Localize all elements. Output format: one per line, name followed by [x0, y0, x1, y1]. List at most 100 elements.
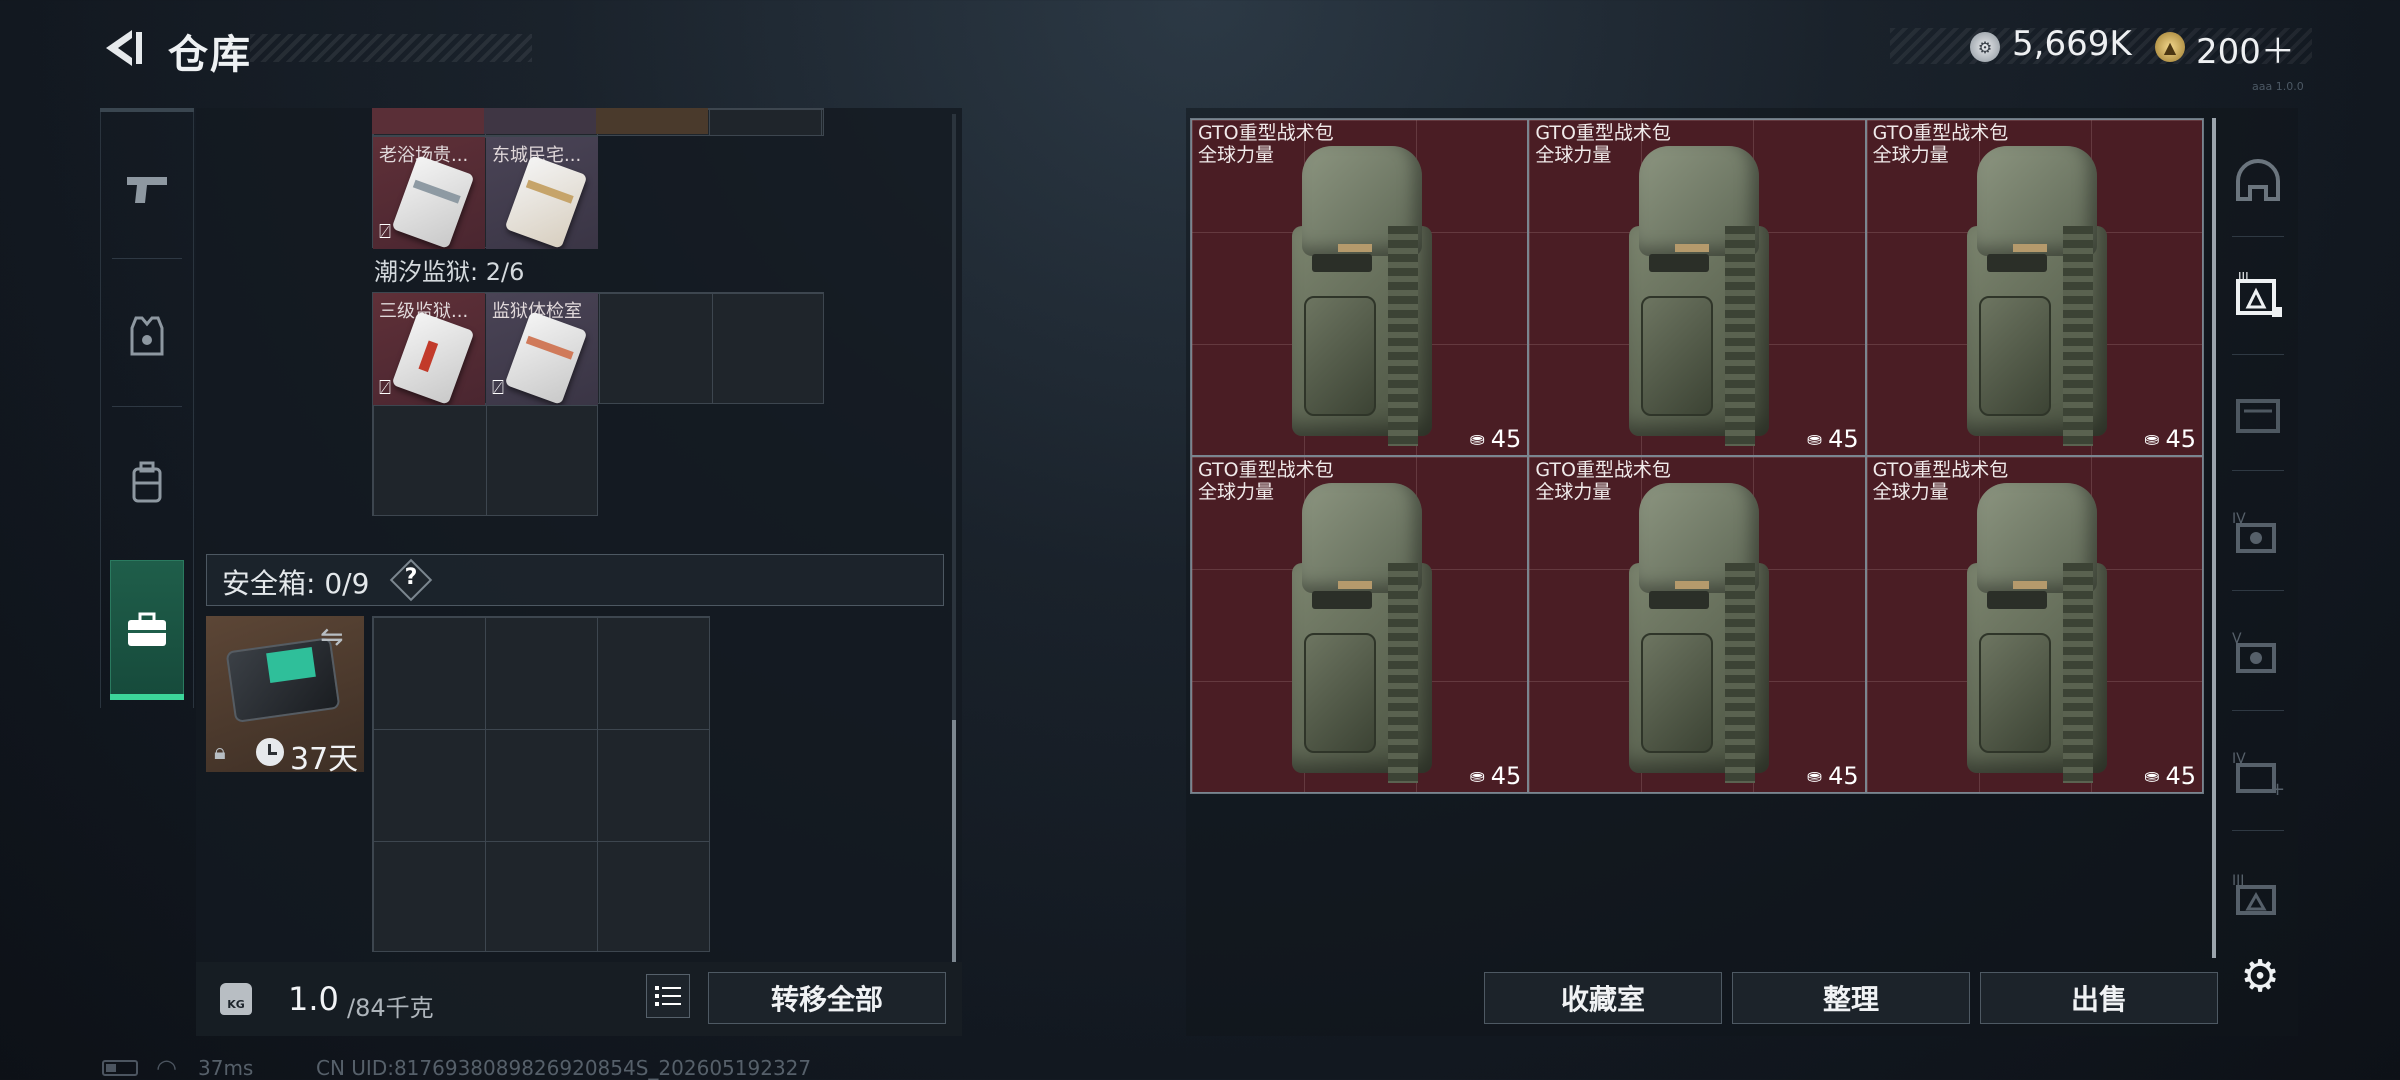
inventory-item[interactable]: GTO重型战术包 全球力量 ⛂ 45	[1528, 456, 1866, 793]
armor-tier-iv-icon[interactable]: IV	[2222, 500, 2294, 566]
sort-button[interactable]: 整理	[1732, 972, 1970, 1024]
partial-item[interactable]	[372, 108, 484, 134]
inventory-scrollbar[interactable]	[2212, 118, 2216, 958]
safe-box-grid[interactable]	[372, 616, 710, 952]
backpack-image	[1292, 483, 1432, 783]
weight-icon: ⛂	[1469, 428, 1485, 450]
capacity-value: 45	[1490, 762, 1522, 790]
capacity-badge: ⛂ 45	[1470, 762, 1522, 790]
backpack-image	[1629, 146, 1770, 446]
safe-box-label: 安全箱: 0/9	[222, 567, 370, 600]
no-trade-icon: ⍁	[492, 375, 504, 399]
backpack-image	[1629, 483, 1770, 783]
rail-divider	[2232, 710, 2284, 711]
partial-item[interactable]	[596, 108, 708, 134]
wifi-icon: ◠	[156, 1054, 177, 1080]
prison-keycard-grid-row2	[372, 404, 598, 516]
capacity-badge: ⛂ 45	[2144, 762, 2196, 790]
weight-icon: ⛂	[1807, 765, 1823, 787]
backpack-icon[interactable]	[100, 452, 194, 512]
svg-text:III: III	[2238, 271, 2249, 284]
partial-item[interactable]	[484, 108, 596, 134]
silver-coin-icon: ⚙	[1970, 32, 2000, 62]
item-subtitle: 全球力量	[1535, 144, 1612, 166]
item-subtitle: 全球力量	[1198, 481, 1275, 503]
help-icon[interactable]: ?	[396, 563, 426, 593]
keycard-image	[504, 155, 588, 249]
rail-divider	[112, 258, 182, 259]
transfer-all-button[interactable]: 转移全部	[708, 972, 946, 1024]
weight-icon: ⛂	[2144, 765, 2160, 787]
armor-tier-v-icon[interactable]: V	[2222, 620, 2294, 686]
back-arrow-icon[interactable]	[98, 24, 146, 72]
clock-hand	[268, 752, 277, 755]
inventory-item[interactable]: GTO重型战术包 全球力量 ⛂ 45	[1865, 456, 2203, 793]
section-label-prison: 潮汐监狱: 2/6	[374, 258, 525, 286]
settings-gear-icon[interactable]: ⚙	[2236, 951, 2284, 1002]
safe-box-days-left: 37天	[290, 742, 359, 777]
rail-divider	[2232, 236, 2284, 237]
capacity-value: 45	[1828, 762, 1859, 790]
rail-active-indicator	[110, 694, 184, 700]
capacity-value: 45	[1828, 425, 1859, 453]
gold-currency-amount[interactable]: 200＋	[2196, 24, 2295, 73]
keycard-item[interactable]: 东城民宅...	[486, 137, 598, 249]
weight-icon-box: KG	[206, 966, 266, 1032]
backpack-tier-icon[interactable]: III	[2222, 262, 2294, 328]
capacity-value: 45	[2165, 425, 2196, 453]
item-subtitle: 全球力量	[1872, 144, 1949, 166]
lock-icon: 🔒︎	[214, 740, 226, 765]
rail-divider	[2232, 830, 2284, 831]
rig-icon[interactable]	[2222, 380, 2294, 446]
item-name: GTO重型战术包	[1535, 122, 1671, 144]
inventory-item[interactable]: GTO重型战术包 全球力量 ⛂ 45	[1528, 119, 1866, 456]
item-subtitle: 全球力量	[1872, 481, 1949, 503]
uid-text: CN UID:8176938089826920854S_202605192327	[316, 1056, 812, 1080]
gold-coin-icon: ▲	[2155, 32, 2185, 62]
pistol-icon[interactable]	[100, 160, 194, 220]
capacity-badge: ⛂ 45	[2144, 425, 2196, 453]
weight-current: 1.0	[288, 980, 339, 1018]
keycard-item[interactable]: 监狱体检室 ⍁	[486, 293, 598, 405]
title-decor-stripe	[250, 34, 532, 62]
item-name: GTO重型战术包	[1872, 122, 2009, 144]
inventory-item[interactable]: GTO重型战术包 全球力量 ⛂ 45	[1191, 119, 1529, 456]
helmet-icon[interactable]	[2222, 148, 2294, 214]
item-name: GTO重型战术包	[1535, 459, 1671, 481]
item-name: GTO重型战术包	[1872, 459, 2009, 481]
toolbox-icon[interactable]	[100, 600, 194, 660]
armor-vest-icon[interactable]	[100, 306, 194, 366]
capacity-value: 45	[1490, 425, 1522, 453]
list-icon	[655, 986, 681, 1006]
weight-icon: ⛂	[1469, 765, 1485, 787]
item-subtitle: 全球力量	[1535, 481, 1612, 503]
silver-currency-amount[interactable]: 5,669K	[2012, 24, 2132, 64]
item-name: GTO重型战术包	[1198, 122, 1334, 144]
capacity-badge: ⛂ 45	[1807, 762, 1859, 790]
no-trade-icon: ⍁	[379, 375, 391, 399]
backpack-image	[1292, 146, 1432, 446]
storage-scrollbar-thumb[interactable]	[952, 720, 956, 962]
armor-add-icon[interactable]: IV +	[2222, 740, 2294, 806]
capacity-value: 45	[2165, 762, 2196, 790]
rail-top-cap	[100, 108, 194, 112]
list-view-button[interactable]	[646, 974, 690, 1018]
page-title: 仓库	[168, 32, 252, 78]
capacity-badge: ⛂ 45	[1807, 425, 1859, 453]
safe-box-panel	[266, 646, 316, 684]
weight-icon: ⛂	[1807, 428, 1823, 450]
keycard-item[interactable]: 老浴场贵... ⍁	[373, 137, 485, 249]
backpack-tier-iii-icon[interactable]: III	[2222, 862, 2294, 928]
ping-text: 37ms	[198, 1056, 254, 1080]
svg-text:+: +	[2270, 779, 2284, 797]
keycard-item[interactable]: 三级监狱... ⍁	[373, 293, 485, 405]
swap-icon[interactable]: ⇋	[320, 620, 343, 653]
item-name: GTO重型战术包	[1198, 459, 1334, 481]
item-subtitle: 全球力量	[1198, 144, 1275, 166]
sell-button[interactable]: 出售	[1980, 972, 2218, 1024]
weight-icon: KG	[220, 983, 252, 1015]
weight-icon: ⛂	[2144, 428, 2160, 450]
inventory-item[interactable]: GTO重型战术包 全球力量 ⛂ 45	[1191, 456, 1529, 793]
inventory-item[interactable]: GTO重型战术包 全球力量 ⛂ 45	[1865, 119, 2203, 456]
collection-room-button[interactable]: 收藏室	[1484, 972, 1722, 1024]
